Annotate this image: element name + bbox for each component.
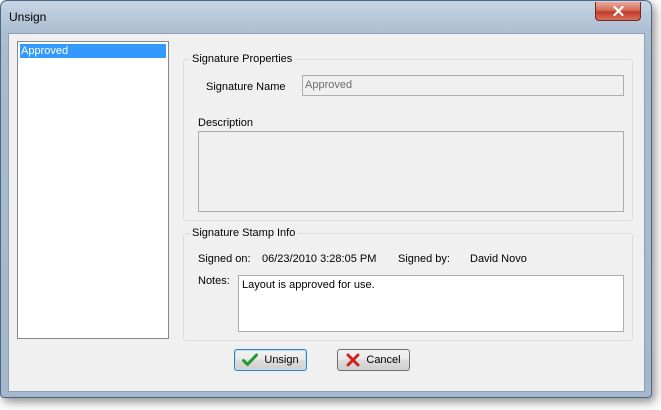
dialog-client-area: Approved Signature Properties Signature …	[8, 33, 645, 392]
cancel-button-label: Cancel	[366, 354, 401, 366]
group-label-signature-properties: Signature Properties	[190, 53, 295, 65]
window-title: Unsign	[9, 10, 47, 24]
x-icon	[346, 353, 360, 367]
signature-name-field[interactable]: Approved	[302, 75, 624, 96]
notes-label: Notes:	[198, 275, 230, 287]
unsign-button-label: Unsign	[264, 354, 299, 366]
unsign-dialog: Unsign Approved Signature Properties Sig…	[0, 0, 652, 398]
signed-by-value: David Novo	[470, 253, 527, 265]
description-field[interactable]	[198, 131, 624, 212]
group-label-stamp-info: Signature Stamp Info	[190, 227, 298, 239]
signed-by-label: Signed by:	[398, 253, 450, 265]
list-item[interactable]: Approved	[20, 44, 166, 58]
close-icon	[612, 6, 624, 16]
close-button[interactable]	[595, 2, 641, 21]
cancel-button[interactable]: Cancel	[337, 349, 410, 371]
checkmark-icon	[242, 353, 259, 366]
unsign-button[interactable]: Unsign	[234, 349, 307, 371]
signed-on-value: 06/23/2010 3:28:05 PM	[262, 253, 377, 265]
signature-list[interactable]: Approved	[17, 41, 169, 339]
notes-field[interactable]: Layout is approved for use.	[238, 275, 624, 332]
signature-name-label: Signature Name	[206, 81, 286, 93]
description-label: Description	[198, 117, 254, 129]
signed-on-label: Signed on:	[198, 253, 251, 265]
